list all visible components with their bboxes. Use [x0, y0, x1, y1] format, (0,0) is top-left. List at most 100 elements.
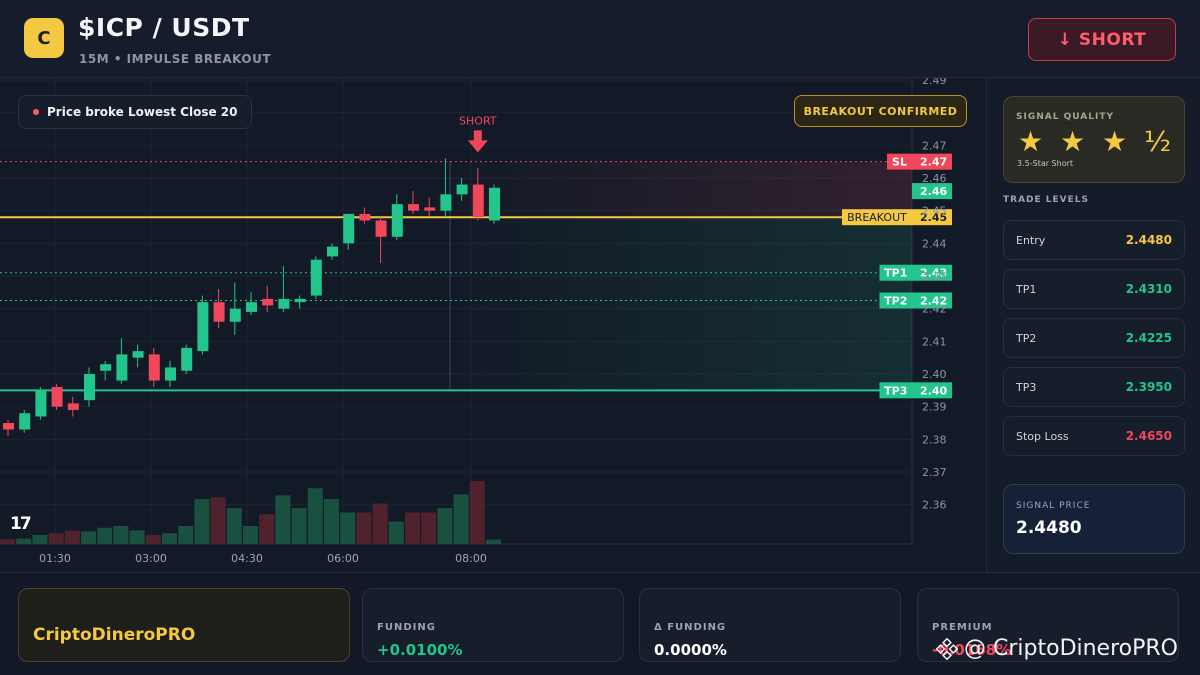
- app-logo: C: [24, 18, 64, 58]
- signal-price-label: SIGNAL PRICE: [1016, 501, 1091, 511]
- candle-body: [408, 204, 419, 211]
- volume-bar: [16, 538, 32, 544]
- brand-card: CriptoDineroPRO: [18, 588, 350, 662]
- candle-body: [67, 403, 79, 410]
- candle-body: [35, 390, 47, 417]
- volume-bar: [469, 481, 485, 544]
- level-row-stop-loss: Stop Loss 2.4650: [1003, 416, 1185, 456]
- volume-bar: [226, 508, 242, 544]
- funding-card: FUNDING +0.0100%: [362, 588, 624, 662]
- y-tick-label: 2.43: [922, 270, 947, 283]
- volume-bar: [48, 533, 64, 544]
- volume-bar: [388, 521, 404, 544]
- candle-body: [375, 220, 387, 237]
- reward-zone: [450, 217, 912, 391]
- x-tick-label: 01:30: [39, 552, 71, 565]
- price-chart[interactable]: 2.47 SL 2.46 2.45 BREAKOUT 2.43 TP1 2.42 TP2 2.40…: [0, 78, 985, 572]
- timeframe-subtitle: 15M • IMPULSE BREAKOUT: [79, 52, 272, 66]
- candle-body: [165, 367, 176, 381]
- volume-bar: [307, 488, 323, 544]
- breakout-confirmed-badge: BREAKOUT CONFIRMED: [794, 95, 967, 127]
- candle-body: [359, 213, 371, 221]
- volume-bar: [405, 512, 420, 544]
- candle-body: [343, 213, 355, 244]
- level-label: TP3: [1016, 381, 1037, 394]
- candle-body: [148, 354, 160, 381]
- short-marker-label: SHORT: [459, 114, 497, 127]
- candle-body: [489, 187, 500, 221]
- volume-bar: [356, 512, 372, 544]
- breakout-note-pill: Price broke Lowest Close 20: [18, 95, 253, 129]
- y-tick-label: 2.49: [922, 78, 947, 87]
- volume-bar: [0, 539, 15, 544]
- volume-bar: [97, 527, 113, 544]
- candle-body: [278, 298, 290, 309]
- volume-bar: [324, 499, 339, 544]
- level-value: 2.3950: [1125, 380, 1172, 394]
- watermark: @ CriptoDineroPRO: [936, 636, 1178, 661]
- brand-name: CriptoDineroPRO: [33, 625, 196, 645]
- volume-bar: [421, 512, 437, 544]
- risk-zone: [450, 161, 912, 218]
- candle-body: [229, 308, 241, 322]
- level-value: 2.4310: [1125, 282, 1172, 296]
- stat-label: PREMIUM: [932, 622, 993, 633]
- volume-bar: [162, 533, 177, 544]
- candle-body: [197, 302, 209, 352]
- candle-body: [246, 302, 257, 312]
- level-value: 2.4480: [1125, 233, 1172, 247]
- volume-bar: [372, 503, 388, 544]
- trade-levels-title: TRADE LEVELS: [1003, 195, 1089, 205]
- breakout-note-text: Price broke Lowest Close 20: [47, 105, 238, 119]
- signal-price-card: SIGNAL PRICE 2.4480: [1003, 484, 1185, 554]
- y-tick-label: 2.36: [922, 499, 947, 512]
- candlestick-chart-svg[interactable]: 2.47 SL 2.46 2.45 BREAKOUT 2.43 TP1 2.42 TP2 2.40…: [0, 78, 985, 572]
- tradingview-logo-icon: 17: [10, 514, 32, 534]
- short-button[interactable]: ↓ SHORT: [1028, 18, 1176, 61]
- y-tick-label: 2.47: [922, 139, 947, 152]
- volume-bar: [145, 535, 161, 544]
- stat-value: 0.0000%: [654, 641, 727, 659]
- volume-bar: [243, 526, 258, 544]
- volume-bar: [129, 530, 145, 544]
- volume-bar: [340, 512, 356, 544]
- signal-sidebar: SIGNAL QUALITY ★ ★ ★ ½ 3.5-Star Short TR…: [986, 78, 1200, 572]
- volume-bar: [32, 535, 48, 544]
- header-bar: C $ICP / USDT 15M • IMPULSE BREAKOUT ↓ S…: [0, 0, 1200, 78]
- candle-body: [51, 387, 63, 407]
- delta-funding-card: Δ FUNDING 0.0000%: [639, 588, 901, 662]
- y-tick-label: 2.45: [922, 205, 947, 218]
- y-tick-label: 2.41: [922, 335, 947, 348]
- candle-body: [19, 413, 31, 430]
- binance-logo-icon: [936, 637, 958, 660]
- volume-bar: [81, 531, 96, 544]
- pair-title: $ICP / USDT: [78, 13, 250, 42]
- red-dot-icon: [33, 109, 39, 115]
- x-tick-label: 08:00: [455, 552, 487, 565]
- candle-body: [327, 246, 338, 257]
- candle-body: [456, 184, 468, 195]
- volume-bar: [210, 497, 226, 544]
- stat-label: FUNDING: [377, 622, 436, 633]
- volume-bar: [113, 526, 129, 544]
- candle-body: [116, 354, 128, 381]
- x-tick-label: 03:00: [135, 552, 167, 565]
- y-tick-label: 2.39: [922, 401, 947, 414]
- price-tag-value: 2.46: [920, 185, 947, 198]
- volume-bar: [259, 514, 275, 544]
- level-value: 2.4225: [1125, 331, 1172, 345]
- level-label: Stop Loss: [1016, 430, 1069, 443]
- y-tick-label: 2.44: [922, 237, 947, 250]
- level-label: Entry: [1016, 234, 1046, 247]
- candle-body: [391, 204, 403, 237]
- volume-bar: [194, 499, 210, 544]
- signal-quality-card: SIGNAL QUALITY ★ ★ ★ ½ 3.5-Star Short: [1003, 96, 1185, 183]
- x-tick-label: 04:30: [231, 552, 263, 565]
- volume-bar: [291, 508, 307, 544]
- watermark-text: @ CriptoDineroPRO: [964, 636, 1178, 661]
- volume-bar: [437, 508, 453, 544]
- candle-body: [3, 423, 14, 430]
- level-label-text: TP2: [884, 295, 907, 308]
- level-value: 2.4650: [1125, 429, 1172, 443]
- level-label-text: TP3: [884, 384, 907, 397]
